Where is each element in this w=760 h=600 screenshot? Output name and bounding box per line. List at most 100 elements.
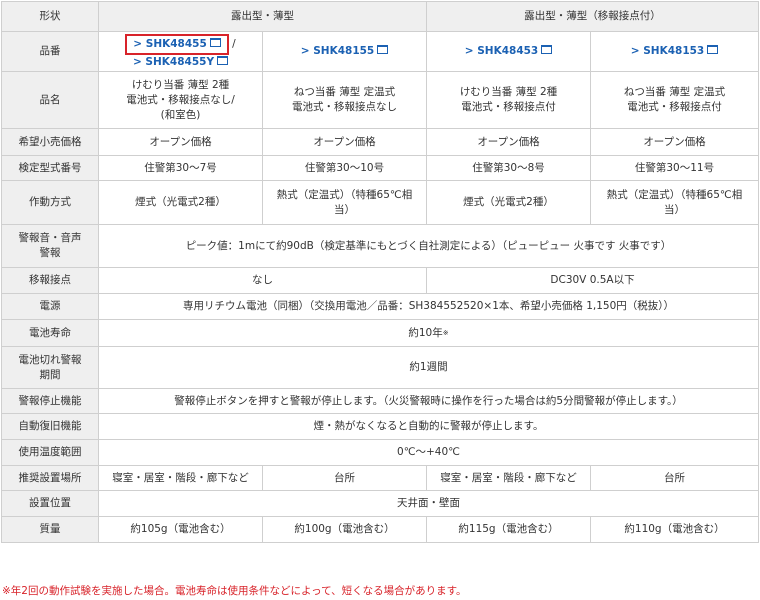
header-type-a: 露出型・薄型 (98, 1, 427, 32)
cert-cell-3: 住警第30～8号 (426, 155, 591, 181)
weight-cell-3: 約115g（電池含む） (426, 516, 591, 543)
low-battery-value: 約1週間 (98, 346, 759, 389)
mount-value: 天井面・壁面 (98, 490, 759, 517)
external-link-icon (217, 55, 229, 65)
method-cell-2: 熱式（定温式）（特種65℃相 当） (262, 180, 427, 225)
relay-rating: DC30V 0.5A以下 (426, 267, 759, 294)
label-cert: 検定型式番号 (1, 155, 99, 181)
model-cell-2: > SHK48155 (262, 31, 427, 72)
model-link-shk48155[interactable]: > SHK48155 (301, 45, 389, 57)
battery-life-text: 約10年 (408, 326, 443, 339)
row-low-battery: 電池切れ警報 期間 約1週間 (1, 346, 759, 389)
name-line: 電池式・移報接点なし (292, 101, 397, 113)
label-location: 推奨設置場所 (1, 465, 99, 491)
row-cert: 検定型式番号 住警第30～7号 住警第30～10号 住警第30～8号 住警第30… (1, 155, 759, 181)
label-shape: 形状 (1, 1, 99, 32)
name-cell-1: けむり当番 薄型 2種 電池式・移報接点なし/ (和室色) (98, 71, 263, 129)
method-cell-1: 煙式（光電式2種） (98, 180, 263, 225)
external-link-icon (377, 45, 389, 54)
label-line: 警報音・音声 (18, 232, 82, 244)
weight-cell-4: 約110g（電池含む） (590, 516, 759, 543)
row-model: 品番 > SHK48455 / > SHK48455Y > SHK48155 >… (1, 31, 759, 72)
name-line: ねつ当番 薄型 定温式 (623, 86, 726, 98)
label-battery-life: 電池寿命 (1, 319, 99, 347)
link-arrow: > (133, 37, 143, 50)
cert-cell-4: 住警第30～11号 (590, 155, 759, 181)
model-separator: / (232, 37, 236, 50)
label-low-battery: 電池切れ警報 期間 (1, 346, 99, 389)
row-price: 希望小売価格 オープン価格 オープン価格 オープン価格 オープン価格 (1, 128, 759, 156)
model-link-shk48153[interactable]: > SHK48153 (631, 45, 719, 57)
highlight-box: > SHK48455 (125, 33, 229, 55)
label-price: 希望小売価格 (1, 128, 99, 156)
label-line: 警報 (39, 247, 61, 259)
row-power: 電源 専用リチウム電池（同梱）（交換用電池／品番：SH384552520×1本、… (1, 293, 759, 320)
footnote-mark: ※ (442, 328, 449, 337)
link-label: SHK48455Y (145, 55, 215, 68)
method-cell-4: 熱式（定温式）（特種65℃相 当） (590, 180, 759, 225)
name-line: ねつ当番 薄型 定温式 (293, 86, 396, 98)
label-weight: 質量 (1, 516, 99, 543)
row-relay: 移報接点 なし DC30V 0.5A以下 (1, 267, 759, 294)
price-cell: オープン価格 (590, 128, 759, 156)
link-label: SHK48155 (313, 45, 375, 57)
name-line: けむり当番 薄型 2種 (131, 78, 230, 91)
location-cell-2: 台所 (262, 465, 427, 491)
row-method: 作動方式 煙式（光電式2種） 熱式（定温式）（特種65℃相 当） 煙式（光電式2… (1, 180, 759, 225)
weight-cell-2: 約100g（電池含む） (262, 516, 427, 543)
external-link-icon (209, 37, 221, 47)
label-line: 期間 (39, 368, 61, 381)
location-cell-3: 寝室・居室・階段・廊下など (426, 465, 591, 491)
row-mount: 設置位置 天井面・壁面 (1, 490, 759, 517)
power-value: 専用リチウム電池（同梱）（交換用電池／品番：SH384552520×1本、希望小… (98, 293, 759, 320)
cert-cell-2: 住警第30～10号 (262, 155, 427, 181)
location-cell-4: 台所 (590, 465, 759, 491)
row-temp: 使用温度範囲 0℃～+40℃ (1, 439, 759, 466)
method-cell-3: 煙式（光電式2種） (426, 180, 591, 225)
auto-reset-value: 煙・熱がなくなると自動的に警報が停止します。 (98, 413, 759, 440)
name-line: 電池式・移報接点なし/ (126, 93, 235, 106)
location-cell-1: 寝室・居室・階段・廊下など (98, 465, 263, 491)
model-link-shk48455[interactable]: > SHK48455 (133, 37, 221, 50)
method-line: 当） (334, 203, 355, 216)
price-cell: オープン価格 (426, 128, 591, 156)
temp-value: 0℃～+40℃ (98, 439, 759, 466)
price-cell: オープン価格 (262, 128, 427, 156)
row-auto-reset: 自動復旧機能 煙・熱がなくなると自動的に警報が停止します。 (1, 413, 759, 440)
name-line: けむり当番 薄型 2種 (459, 86, 558, 98)
label-model: 品番 (1, 31, 99, 72)
label-auto-reset: 自動復旧機能 (1, 413, 99, 440)
method-line: 熱式（定温式）（特種65℃相 (276, 188, 413, 201)
battery-life-value: 約10年※ (98, 319, 759, 347)
link-label: SHK48455 (145, 37, 207, 50)
header-type-b: 露出型・薄型（移報接点付） (426, 1, 759, 32)
label-alarm: 警報音・音声 警報 (1, 224, 99, 268)
link-label: SHK48453 (477, 45, 539, 57)
name-cell-4: ねつ当番 薄型 定温式 電池式・移報接点付 (590, 71, 759, 129)
model-link-shk48455y[interactable]: > SHK48455Y (132, 55, 229, 68)
row-name: 品名 けむり当番 薄型 2種 電池式・移報接点なし/ (和室色) ねつ当番 薄型… (1, 71, 759, 129)
model-link-shk48453[interactable]: > SHK48453 (465, 45, 553, 57)
label-method: 作動方式 (1, 180, 99, 225)
row-stop: 警報停止機能 警報停止ボタンを押すと警報が停止します。（火災警報時に操作を行った… (1, 388, 759, 414)
link-arrow: > (132, 55, 142, 68)
link-arrow: > (300, 45, 310, 57)
link-arrow: > (464, 45, 474, 57)
price-cell: オープン価格 (98, 128, 263, 156)
row-alarm: 警報音・音声 警報 ピーク値：1mにて約90dB（検定基準にもとづく自社測定によ… (1, 224, 759, 268)
row-shape: 形状 露出型・薄型 露出型・薄型（移報接点付） (1, 1, 759, 32)
name-cell-3: けむり当番 薄型 2種 電池式・移報接点付 (426, 71, 591, 129)
model-cell-4: > SHK48153 (590, 31, 759, 72)
name-cell-2: ねつ当番 薄型 定温式 電池式・移報接点なし (262, 71, 427, 129)
name-line: 電池式・移報接点付 (627, 101, 722, 113)
label-relay: 移報接点 (1, 267, 99, 294)
cert-cell-1: 住警第30～7号 (98, 155, 263, 181)
link-arrow: > (630, 45, 640, 57)
model-cell-3: > SHK48453 (426, 31, 591, 72)
row-battery-life: 電池寿命 約10年※ (1, 319, 759, 347)
footnote: ※年2回の動作試験を実施した場合。電池寿命は使用条件などによって、短くなる場合が… (2, 585, 467, 597)
external-link-icon (707, 45, 719, 54)
label-temp: 使用温度範囲 (1, 439, 99, 466)
model-cell-1: > SHK48455 / > SHK48455Y (98, 31, 263, 72)
label-stop: 警報停止機能 (1, 388, 99, 414)
